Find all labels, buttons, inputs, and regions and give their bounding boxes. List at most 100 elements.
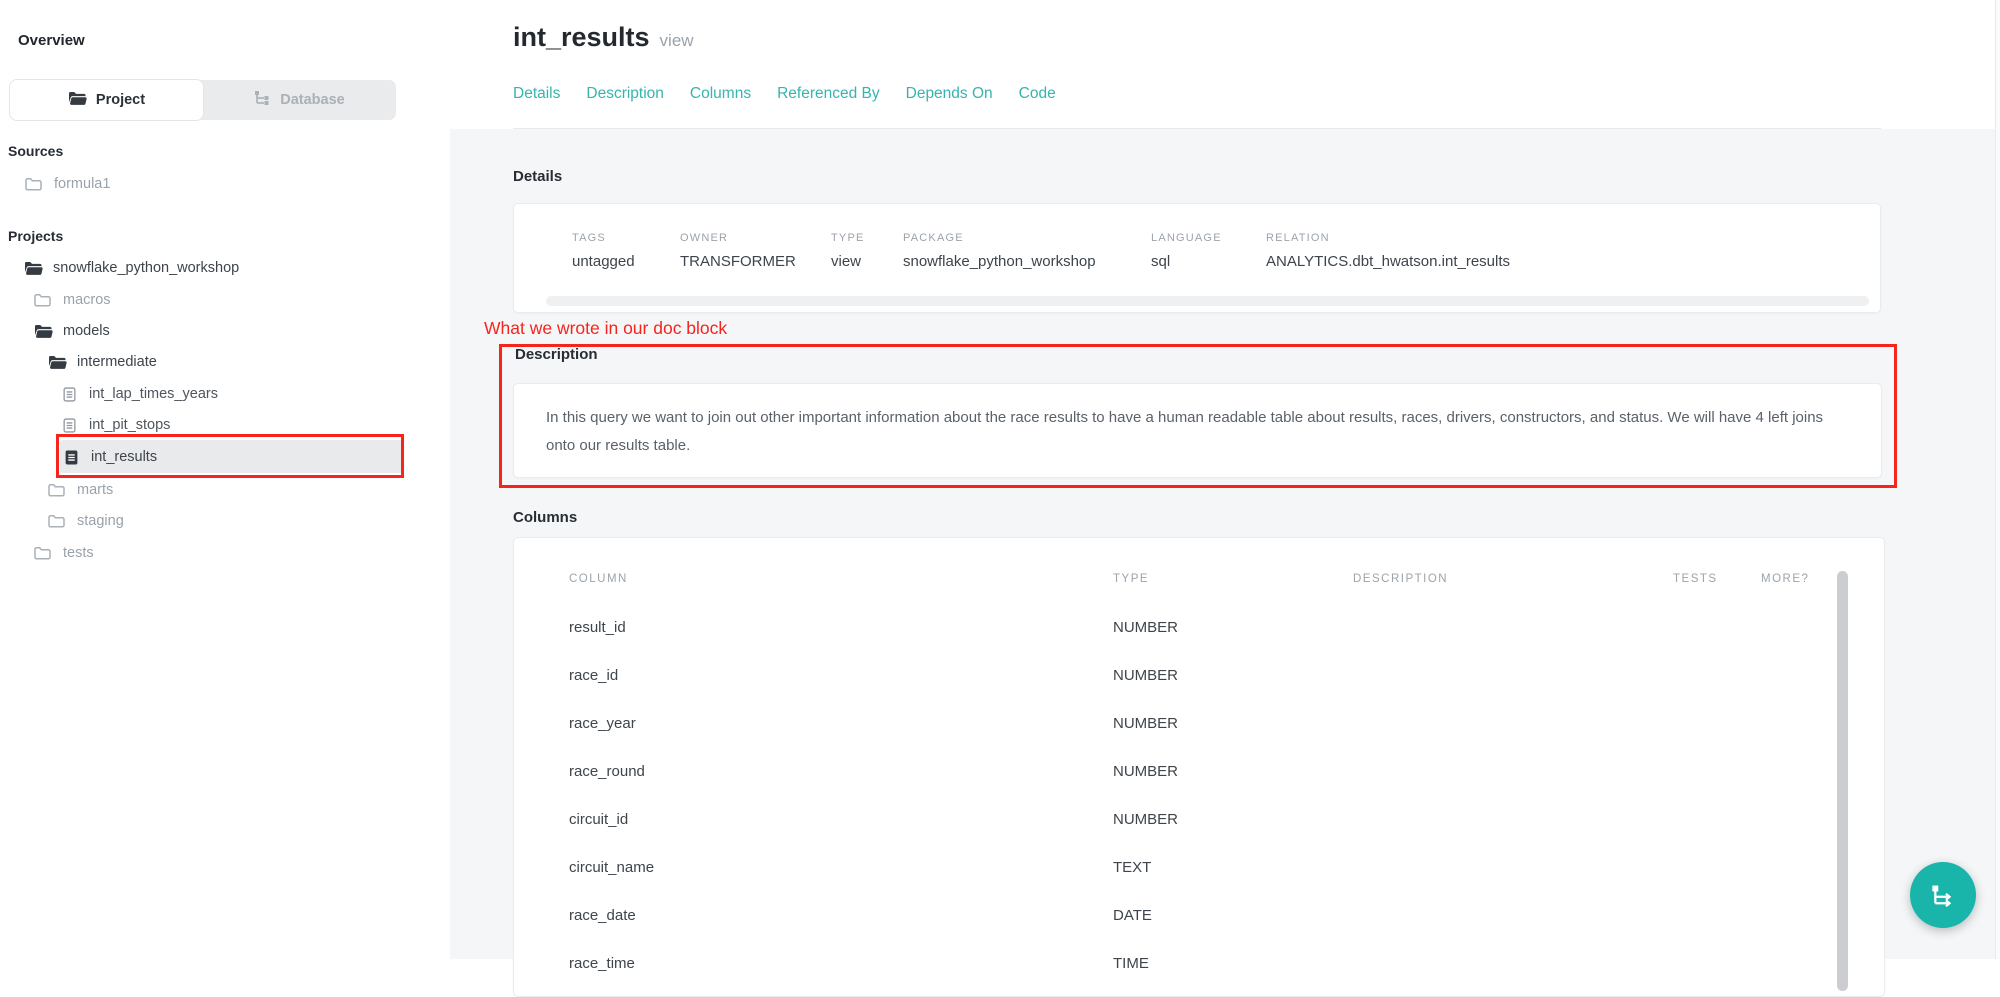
vertical-scrollbar[interactable] xyxy=(1837,571,1848,991)
cell-column-type: NUMBER xyxy=(1113,811,1178,828)
description-text: In this query we want to join out other … xyxy=(546,404,1851,460)
folder-icon xyxy=(34,546,51,560)
table-row-race-round[interactable]: race_round NUMBER xyxy=(514,763,1824,793)
file-filled-icon xyxy=(65,450,78,465)
table-row-race-year[interactable]: race_year NUMBER xyxy=(514,715,1824,745)
table-row-result-id[interactable]: result_id NUMBER xyxy=(514,619,1824,649)
tab-details[interactable]: Details xyxy=(513,85,560,103)
sidebar-item-tests[interactable]: tests xyxy=(34,540,94,566)
folder-open-icon xyxy=(48,355,67,370)
column-header-description: DESCRIPTION xyxy=(1353,573,1448,585)
lineage-icon xyxy=(254,90,271,110)
tab-code[interactable]: Code xyxy=(1019,85,1056,103)
sidebar-item-label: marts xyxy=(77,482,113,498)
cell-column-type: TEXT xyxy=(1113,859,1151,876)
field-value: snowflake_python_workshop xyxy=(903,253,1096,270)
field-label: OWNER xyxy=(680,232,796,244)
table-row-race-date[interactable]: race_date DATE xyxy=(514,907,1824,937)
cell-column-type: NUMBER xyxy=(1113,763,1178,780)
details-field-language: LANGUAGE sql xyxy=(1151,232,1222,270)
description-section-heading: Description xyxy=(515,346,598,363)
sidebar-item-label: tests xyxy=(63,545,94,561)
description-card: In this query we want to join out other … xyxy=(513,383,1882,478)
table-row-race-id[interactable]: race_id NUMBER xyxy=(514,667,1824,697)
cell-column-name: result_id xyxy=(569,619,626,636)
field-value: view xyxy=(831,253,865,270)
sidebar-item-label: int_pit_stops xyxy=(89,417,170,433)
tab-columns[interactable]: Columns xyxy=(690,85,751,103)
cell-column-name: race_time xyxy=(569,955,635,972)
details-card: TAGS untagged OWNER TRANSFORMER TYPE vie… xyxy=(513,203,1881,313)
sidebar-item-marts[interactable]: marts xyxy=(48,477,113,503)
tab-bar: Details Description Columns Referenced B… xyxy=(513,85,1056,103)
folder-open-icon xyxy=(34,324,53,339)
cell-column-name: race_date xyxy=(569,907,636,924)
sidebar-item-label: int_lap_times_years xyxy=(89,386,218,402)
page-title: int_resultsview xyxy=(513,22,694,53)
field-value: ANALYTICS.dbt_hwatson.int_results xyxy=(1266,253,1510,270)
field-label: TYPE xyxy=(831,232,865,244)
details-field-relation: RELATION ANALYTICS.dbt_hwatson.int_resul… xyxy=(1266,232,1510,270)
tab-referenced-by[interactable]: Referenced By xyxy=(777,85,880,103)
sidebar-item-int-results[interactable]: int_results xyxy=(65,444,157,470)
cell-column-type: NUMBER xyxy=(1113,715,1178,732)
lineage-graph-button[interactable] xyxy=(1910,862,1976,928)
cell-column-type: DATE xyxy=(1113,907,1152,924)
toggle-database-button[interactable]: Database xyxy=(203,80,396,120)
sidebar-item-int-pit-stops[interactable]: int_pit_stops xyxy=(63,412,170,438)
folder-icon xyxy=(48,514,65,528)
folder-icon xyxy=(34,293,51,307)
file-icon xyxy=(63,418,76,433)
cell-column-name: circuit_name xyxy=(569,859,654,876)
sidebar-item-models[interactable]: models xyxy=(34,318,110,344)
column-header-more: MORE? xyxy=(1761,573,1809,585)
overview-heading: Overview xyxy=(18,32,85,49)
page-scrollbar[interactable] xyxy=(1995,0,2000,959)
toggle-project-label: Project xyxy=(96,92,145,108)
details-section-heading: Details xyxy=(513,168,562,185)
model-name: int_results xyxy=(513,22,650,52)
sidebar-item-intermediate[interactable]: intermediate xyxy=(48,349,157,375)
folder-icon xyxy=(25,177,42,191)
details-field-tags: TAGS untagged xyxy=(572,232,635,270)
annotation-text: What we wrote in our doc block xyxy=(484,318,727,339)
main-header: int_resultsview Details Description Colu… xyxy=(450,0,2000,129)
sidebar-item-formula1[interactable]: formula1 xyxy=(25,171,110,197)
tab-depends-on[interactable]: Depends On xyxy=(906,85,993,103)
table-row-circuit-name[interactable]: circuit_name TEXT xyxy=(514,859,1824,889)
sidebar-item-staging[interactable]: staging xyxy=(48,508,124,534)
sidebar-item-label: staging xyxy=(77,513,124,529)
sidebar-item-label: intermediate xyxy=(77,354,157,370)
cell-column-name: race_round xyxy=(569,763,645,780)
tab-description[interactable]: Description xyxy=(586,85,664,103)
toggle-database-label: Database xyxy=(280,92,344,108)
sidebar-item-int-lap-times-years[interactable]: int_lap_times_years xyxy=(63,381,218,407)
toggle-project-button[interactable]: Project xyxy=(10,80,203,120)
field-label: LANGUAGE xyxy=(1151,232,1222,244)
table-row-circuit-id[interactable]: circuit_id NUMBER xyxy=(514,811,1824,841)
field-label: TAGS xyxy=(572,232,635,244)
sidebar-item-snowflake-python-workshop[interactable]: snowflake_python_workshop xyxy=(24,255,239,281)
table-row-race-time[interactable]: race_time TIME xyxy=(514,955,1824,985)
sidebar-item-macros[interactable]: macros xyxy=(34,287,111,313)
sidebar-item-label: macros xyxy=(63,292,111,308)
cell-column-name: race_year xyxy=(569,715,636,732)
cell-column-type: NUMBER xyxy=(1113,667,1178,684)
column-header-tests: TESTS xyxy=(1673,573,1718,585)
sidebar: Overview Project Database Sources formul… xyxy=(0,0,450,959)
sidebar-item-label: models xyxy=(63,323,110,339)
cell-column-name: circuit_id xyxy=(569,811,628,828)
sidebar-item-label: formula1 xyxy=(54,176,110,192)
view-toggle: Project Database xyxy=(10,80,396,120)
cell-column-type: TIME xyxy=(1113,955,1149,972)
field-label: RELATION xyxy=(1266,232,1510,244)
column-header-type: TYPE xyxy=(1113,573,1149,585)
field-label: PACKAGE xyxy=(903,232,1096,244)
sidebar-item-label: snowflake_python_workshop xyxy=(53,260,239,276)
lineage-icon xyxy=(1930,882,1956,908)
file-icon xyxy=(63,387,76,402)
columns-section-heading: Columns xyxy=(513,509,577,526)
horizontal-scrollbar[interactable] xyxy=(546,296,1869,306)
sources-heading: Sources xyxy=(8,143,63,159)
sidebar-item-label: int_results xyxy=(91,449,157,465)
